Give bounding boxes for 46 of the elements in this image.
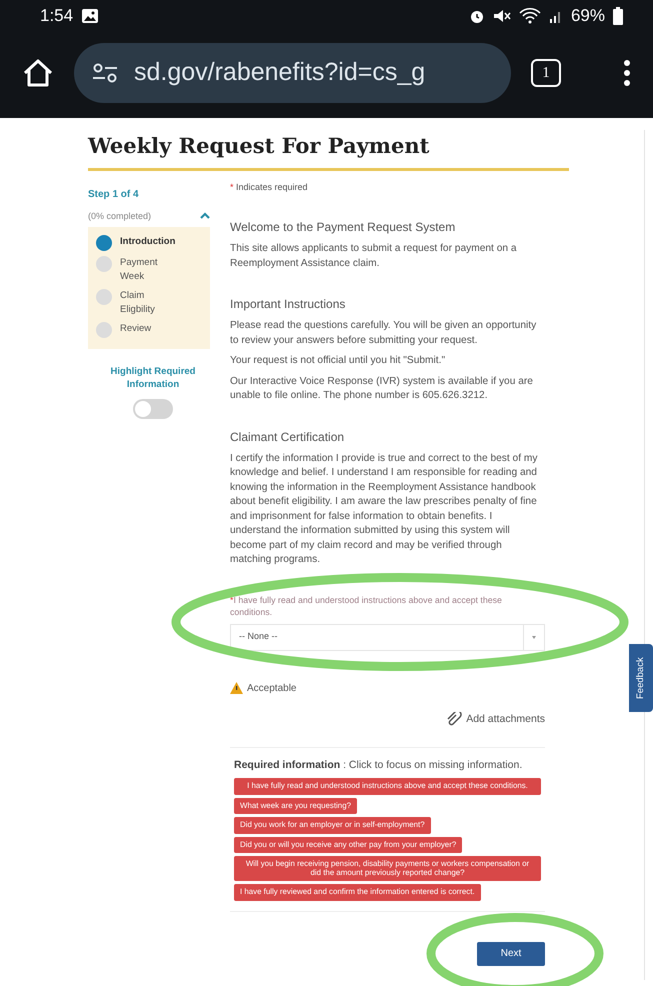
battery-icon	[613, 7, 623, 25]
dropdown-icon	[532, 636, 536, 638]
paragraph: Please read the questions carefully. You will be given an opportunity to review your answers before submitting your request.	[230, 319, 538, 348]
url-text: sd.gov/rabenefits?id=cs_g	[134, 57, 426, 88]
mute-icon	[492, 8, 511, 24]
feedback-tab[interactable]: Feedback	[629, 644, 653, 712]
address-bar[interactable]: sd.gov/rabenefits?id=cs_g	[74, 43, 511, 103]
status-time: 1:54	[40, 5, 74, 28]
paragraph: This site allows applicants to submit a request for payment on a Reemployment Assistance claim.	[230, 242, 518, 270]
paragraph: Your request is not official until you hit "Submit."	[230, 354, 446, 368]
paragraph: Our Interactive Voice Response (IVR) system is available if you are unable to file online. The phone number is 605.626.3212.	[230, 374, 534, 403]
page-title: Weekly Request For Payment	[88, 132, 430, 160]
highlight-toggle[interactable]	[133, 399, 173, 419]
section-heading: Claimant Certification	[230, 428, 346, 446]
step-dot[interactable]	[96, 289, 112, 305]
warning-text: Acceptable	[247, 682, 296, 696]
paragraph: I certify the information I provide is true and correct to the best of my knowledge and belief. I understand I am responsible for reading and knowing the information in the Reemployment Assistance handbook about benefit eligibility. I am aware the law prescribes penalty of fine and imprisonment for false information to obtain benefits. I understand the information submitted by using this system will become part of my claim record and may be verified through matching programs.	[230, 452, 538, 567]
step-dot[interactable]	[96, 322, 112, 338]
paperclip-icon	[446, 712, 462, 726]
section-heading: Important Instructions	[230, 296, 346, 313]
collapse-icon[interactable]	[200, 212, 210, 220]
tab-count[interactable]: 1	[531, 59, 561, 87]
step-dot[interactable]	[96, 235, 112, 251]
answer-select[interactable]: -- None --	[230, 624, 545, 650]
step-item[interactable]: Payment Week	[120, 256, 180, 284]
home-icon[interactable]	[22, 58, 54, 88]
section-heading: Welcome to the Payment Request System	[230, 219, 456, 236]
wifi-icon	[518, 8, 541, 24]
step-item[interactable]: Review	[120, 322, 180, 336]
step-label: Step 1 of 4	[88, 188, 140, 202]
progress-text: (0% completed)	[88, 210, 152, 223]
step-dot[interactable]	[96, 256, 112, 272]
highlight-label: Highlight Required Information	[110, 365, 196, 391]
step-item[interactable]: Introduction	[120, 235, 180, 249]
warning-icon	[230, 682, 243, 694]
step-item[interactable]: Claim Eligbility	[120, 289, 180, 317]
question-label: *I have fully read and understood instructions above and accept these conditions.	[230, 594, 503, 618]
image-icon	[81, 8, 100, 24]
next-button[interactable]: Next	[477, 942, 545, 966]
alarm-icon	[468, 8, 485, 24]
site-settings-icon[interactable]	[92, 62, 118, 84]
menu-icon[interactable]	[623, 59, 631, 87]
battery-percent: 69%	[570, 5, 605, 28]
required-note: * Indicates required	[230, 180, 309, 194]
add-attachments-link[interactable]: Add attachments	[446, 712, 545, 728]
required-info-text: Required information : Click to focus on missing information.	[234, 758, 524, 774]
